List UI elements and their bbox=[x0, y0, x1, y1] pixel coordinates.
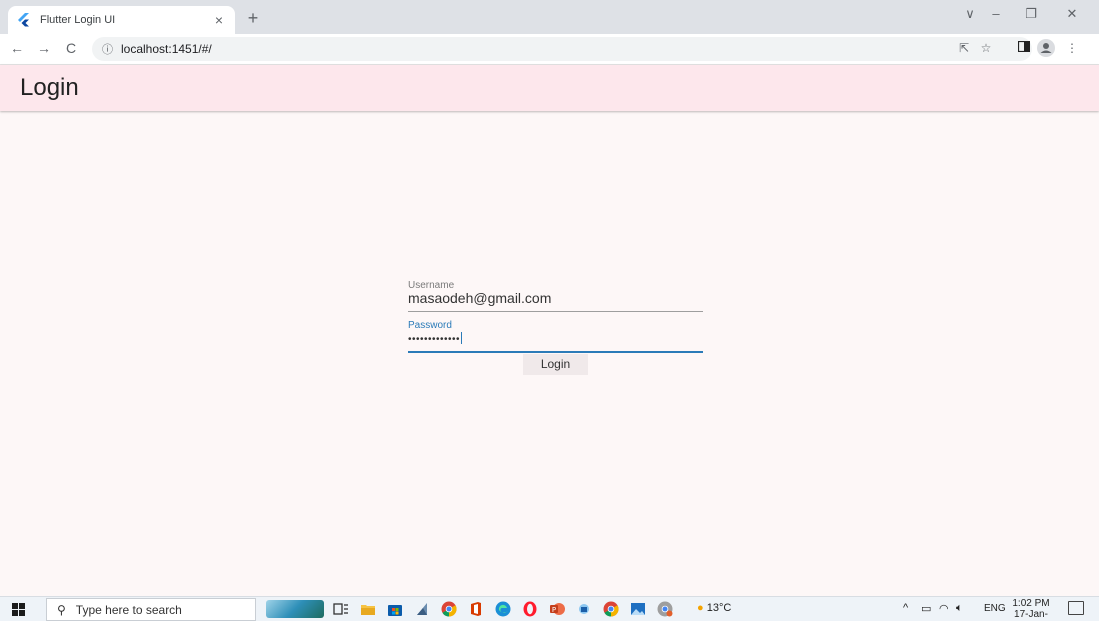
search-highlight-image[interactable] bbox=[266, 600, 324, 618]
password-input[interactable]: ••••••••••••• bbox=[408, 332, 463, 345]
page-title: Login bbox=[20, 74, 79, 101]
browser-toolbar: ← → C ⓘ localhost:1451/#/ ⇱ ☆ ⋮ bbox=[0, 34, 1099, 65]
taskbar-clock[interactable]: 1:02 PM 17-Jan-23 bbox=[1011, 598, 1051, 621]
file-explorer-icon[interactable] bbox=[360, 601, 376, 617]
notification-center-icon[interactable] bbox=[1068, 601, 1084, 615]
browser-tab[interactable]: Flutter Login UI × bbox=[8, 6, 235, 34]
password-underline bbox=[408, 351, 703, 353]
language-indicator[interactable]: ENG bbox=[984, 603, 1006, 614]
password-value: ••••••••••••• bbox=[408, 334, 461, 345]
clock-time: 1:02 PM bbox=[1012, 598, 1050, 609]
username-underline bbox=[408, 311, 703, 312]
taskbar-search-placeholder: Type here to search bbox=[75, 602, 182, 617]
microsoft-store-icon[interactable] bbox=[387, 601, 403, 617]
reload-icon[interactable]: C bbox=[62, 40, 80, 56]
battery-icon[interactable]: ▭ bbox=[921, 602, 931, 615]
star-icon[interactable]: ☆ bbox=[978, 41, 994, 55]
chrome-icon-2[interactable] bbox=[603, 601, 619, 617]
photos-app-icon[interactable] bbox=[414, 601, 430, 617]
tab-title: Flutter Login UI bbox=[40, 14, 116, 26]
password-label: Password bbox=[408, 320, 452, 331]
taskbar: ⚲ Type here to search P ● 13°C ^ ▭ ◠ 🔈︎ … bbox=[0, 596, 1099, 621]
side-panel-icon[interactable] bbox=[1016, 40, 1032, 55]
volume-icon[interactable]: 🔈︎ bbox=[956, 602, 963, 615]
profile-icon[interactable] bbox=[1037, 39, 1055, 60]
teams-icon[interactable] bbox=[576, 601, 592, 617]
weather-temp: 13°C bbox=[706, 602, 732, 614]
share-icon[interactable]: ⇱ bbox=[956, 41, 972, 55]
photos-gallery-icon[interactable] bbox=[630, 601, 646, 617]
search-icon: ⚲ bbox=[57, 602, 66, 617]
weather-icon: ● bbox=[697, 602, 704, 614]
svg-text:P: P bbox=[552, 606, 556, 614]
edge-icon[interactable] bbox=[495, 601, 511, 617]
close-window-button[interactable]: ✕ bbox=[1060, 6, 1084, 22]
task-view-icon[interactable] bbox=[333, 601, 349, 617]
browser-tab-strip: Flutter Login UI × + ∨ – ❐ ✕ bbox=[0, 0, 1099, 34]
app-bar: Login bbox=[0, 65, 1099, 111]
restore-button[interactable]: ❐ bbox=[1019, 6, 1043, 22]
minimize-button[interactable]: – bbox=[984, 6, 1008, 21]
username-field[interactable]: Username masaodeh@gmail.com bbox=[408, 280, 703, 316]
tab-search-dropdown-icon[interactable]: ∨ bbox=[958, 6, 982, 22]
clock-date: 17-Jan-23 bbox=[1014, 609, 1048, 621]
address-url[interactable]: localhost:1451/#/ bbox=[121, 42, 212, 56]
login-button[interactable]: Login bbox=[523, 354, 588, 375]
wifi-icon[interactable]: ◠ bbox=[939, 602, 949, 615]
windows-start-icon[interactable] bbox=[12, 603, 26, 617]
password-field[interactable]: Password ••••••••••••• bbox=[408, 320, 703, 356]
powerpoint-icon[interactable]: P bbox=[549, 601, 565, 617]
login-form: Username masaodeh@gmail.com Password •••… bbox=[408, 280, 703, 375]
office-icon[interactable] bbox=[468, 601, 484, 617]
chrome-beta-icon[interactable] bbox=[657, 601, 673, 617]
username-input[interactable]: masaodeh@gmail.com bbox=[408, 290, 551, 306]
text-caret bbox=[461, 332, 463, 344]
flutter-icon bbox=[16, 12, 32, 28]
hidden-icons-chevron-icon[interactable]: ^ bbox=[903, 602, 908, 614]
back-icon[interactable]: ← bbox=[8, 40, 26, 56]
forward-icon[interactable]: → bbox=[35, 40, 53, 56]
new-tab-button[interactable]: + bbox=[242, 7, 264, 29]
chrome-icon[interactable] bbox=[441, 601, 457, 617]
opera-icon[interactable] bbox=[522, 601, 538, 617]
kebab-menu-icon[interactable]: ⋮ bbox=[1064, 41, 1080, 55]
taskbar-search-box[interactable]: ⚲ Type here to search bbox=[46, 598, 256, 621]
info-icon[interactable]: ⓘ bbox=[102, 41, 113, 57]
tab-close-icon[interactable]: × bbox=[211, 12, 227, 28]
address-bar[interactable]: ⓘ localhost:1451/#/ bbox=[92, 37, 1032, 61]
weather-widget[interactable]: ● 13°C bbox=[697, 602, 731, 614]
